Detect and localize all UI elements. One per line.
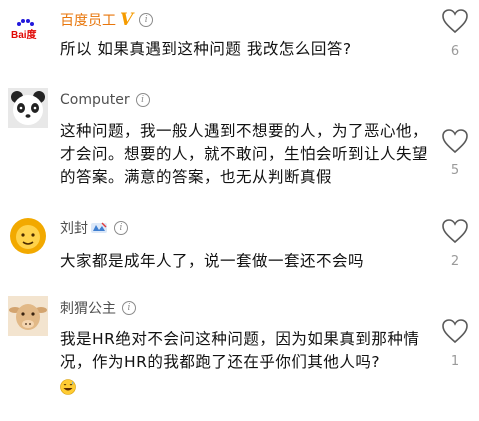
comment-text: 我是HR绝对不会问这种问题，因为如果真到那种情况，作为HR的我都跑了还在乎你们其… <box>60 330 420 371</box>
comment-text: 大家都是成年人了，说一套做一套还不会吗 <box>60 252 365 270</box>
info-icon[interactable]: i <box>114 221 128 235</box>
avatar-logo-text: Bai度 <box>11 28 38 41</box>
like-count: 5 <box>450 163 460 178</box>
heart-icon <box>442 319 468 344</box>
verified-badge: V <box>120 9 134 30</box>
comment-text: 这种问题，我一般人遇到不想要的人，为了恶心他，才会问。想要的人，就不敢问，生怕会… <box>60 122 429 186</box>
username-row: 百度员工 V i <box>60 9 154 30</box>
heart-icon <box>442 219 468 244</box>
username-row: 刺猬公主 i <box>60 298 136 318</box>
like-button[interactable] <box>440 128 470 154</box>
like-button[interactable] <box>440 8 470 34</box>
comment-item: Computer i 这种问题，我一般人遇到不想要的人，为了恶心他，才会问。想要… <box>0 80 479 200</box>
heart-icon <box>442 129 468 154</box>
like-count: 6 <box>450 44 460 59</box>
avatar[interactable]: Bai度 <box>8 8 48 48</box>
like-count: 1 <box>450 354 460 369</box>
username[interactable]: 百度员工 <box>60 10 116 30</box>
avatar[interactable] <box>8 296 48 336</box>
username-row: Computer i <box>60 90 150 110</box>
comment-item: 刘封 i 大家都是成年人了，说一套做一套还不会吗 2 <box>0 204 479 284</box>
like-count: 2 <box>450 254 460 269</box>
info-icon[interactable]: i <box>139 13 154 27</box>
avatar[interactable] <box>8 88 48 128</box>
comment-text: 所以 如果真遇到这种问题 我改怎么回答? <box>60 40 352 58</box>
username[interactable]: 刘封 <box>60 218 88 238</box>
comment-item: 刺猬公主 i 我是HR绝对不会问这种问题，因为如果真到那种情况，作为HR的我都跑… <box>0 286 479 421</box>
username[interactable]: Computer <box>60 92 130 108</box>
baidu-logo-icon: Bai度 <box>8 8 48 48</box>
like-button[interactable] <box>440 218 470 244</box>
info-icon[interactable]: i <box>135 93 150 107</box>
lion-avatar-icon <box>8 216 48 256</box>
cow-avatar-icon <box>8 296 48 336</box>
username-row: 刘封 i <box>60 218 128 238</box>
heart-icon <box>442 9 468 34</box>
like-button[interactable] <box>440 318 470 344</box>
grinning-sweat-emoji-icon <box>60 379 76 395</box>
avatar[interactable] <box>8 216 48 256</box>
panda-avatar-icon <box>8 88 48 128</box>
username[interactable]: 刺猬公主 <box>60 298 116 318</box>
level-badge-icon <box>91 222 107 233</box>
info-icon[interactable]: i <box>122 301 136 315</box>
comment-item: Bai度 百度员工 V i 所以 如果真遇到这种问题 我改怎么回答? 6 <box>0 0 479 80</box>
